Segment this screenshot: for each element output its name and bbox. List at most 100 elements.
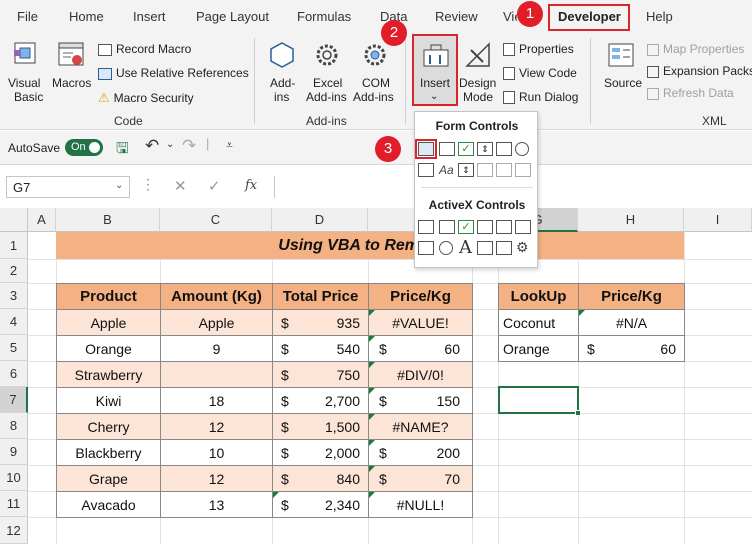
sheet-title[interactable]: Using VBA to Remove E — [56, 232, 684, 259]
tab-home[interactable]: Home — [69, 9, 104, 24]
cell-total-price[interactable]: $540 — [272, 335, 369, 362]
cell-amount[interactable]: Apple — [160, 309, 273, 336]
cancel-icon[interactable]: ✕ — [174, 177, 187, 195]
cell-lookup-price[interactable]: $60 — [578, 335, 685, 362]
cell-amount[interactable] — [160, 361, 273, 388]
cell-amount[interactable]: 12 — [160, 413, 273, 440]
undo-dropdown-icon[interactable]: ⌄ — [166, 139, 174, 150]
name-box[interactable]: G7 ⌄ — [6, 176, 130, 198]
cell-amount[interactable]: 9 — [160, 335, 273, 362]
cell-total-price[interactable]: $2,000 — [272, 439, 369, 466]
cell-amount[interactable]: 10 — [160, 439, 273, 466]
cell-total-price[interactable]: $2,340 — [272, 491, 369, 518]
cell-price-per-kg[interactable]: $70 — [368, 465, 473, 492]
column-header-c[interactable]: C — [160, 208, 272, 232]
cell-price-per-kg[interactable]: $60 — [368, 335, 473, 362]
cell-amount[interactable]: 12 — [160, 465, 273, 492]
customize-qat-icon[interactable]: ⩡ — [226, 138, 233, 153]
tab-formulas[interactable]: Formulas — [297, 9, 351, 24]
tab-insert[interactable]: Insert — [133, 9, 166, 24]
cell-price-per-kg[interactable]: #NAME? — [368, 413, 473, 440]
cell-lookup-item[interactable]: Orange — [498, 335, 579, 362]
name-box-chevron-icon[interactable]: ⌄ — [115, 180, 123, 191]
row-header-2[interactable]: 2 — [0, 259, 28, 283]
expansion-packs-button[interactable]: Expansion Packs — [647, 64, 752, 78]
column-header-h[interactable]: H — [578, 208, 684, 232]
macro-security-button[interactable]: ⚠ Macro Security — [98, 90, 194, 106]
cell-total-price[interactable]: $2,700 — [272, 387, 369, 414]
record-macro-button[interactable]: Record Macro — [98, 42, 191, 56]
view-code-button[interactable]: View Code — [503, 66, 577, 81]
tab-file[interactable]: File — [17, 9, 38, 24]
activex-option-button-icon[interactable] — [439, 241, 453, 255]
row-header-3[interactable]: 3 — [0, 283, 28, 309]
selected-cell-g7[interactable] — [498, 386, 581, 416]
combo-dropdown-icon[interactable] — [515, 163, 531, 177]
activex-image-icon[interactable] — [477, 241, 493, 255]
text-field-icon[interactable] — [477, 163, 493, 177]
select-all-corner[interactable] — [0, 208, 28, 232]
row-header-5[interactable]: 5 — [0, 335, 28, 361]
column-header-d[interactable]: D — [272, 208, 368, 232]
cell-price-per-kg[interactable]: #NULL! — [368, 491, 473, 518]
tab-review[interactable]: Review — [435, 9, 478, 24]
refresh-data-button[interactable]: Refresh Data — [647, 86, 734, 100]
combo-box-icon[interactable] — [439, 142, 455, 156]
row-header-1[interactable]: 1 — [0, 232, 28, 259]
tab-view[interactable]: View — [503, 9, 517, 24]
activex-combo-box-icon[interactable] — [439, 220, 455, 234]
row-header-12[interactable]: 12 — [0, 517, 28, 544]
cell-product[interactable]: Kiwi — [56, 387, 161, 414]
cell-lookup-price[interactable]: #N/A — [578, 309, 685, 336]
tab-help[interactable]: Help — [646, 9, 673, 24]
cell-product[interactable]: Orange — [56, 335, 161, 362]
run-dialog-button[interactable]: Run Dialog — [503, 90, 578, 105]
column-header-a[interactable]: A — [28, 208, 56, 232]
activex-text-box-icon[interactable] — [496, 220, 512, 234]
cell-product[interactable]: Cherry — [56, 413, 161, 440]
row-header-4[interactable]: 4 — [0, 309, 28, 335]
insert-function-icon[interactable]: fx — [245, 178, 257, 193]
label-control-icon[interactable]: Aa — [439, 163, 454, 177]
row-header-9[interactable]: 9 — [0, 439, 28, 465]
row-header-7[interactable]: 7 — [0, 387, 28, 413]
cell-total-price[interactable]: $935 — [272, 309, 369, 336]
cell-product[interactable]: Apple — [56, 309, 161, 336]
header-price-per-kg[interactable]: Price/Kg — [368, 283, 473, 310]
row-header-11[interactable]: 11 — [0, 491, 28, 517]
cell-product[interactable]: Blackberry — [56, 439, 161, 466]
cell-product[interactable]: Strawberry — [56, 361, 161, 388]
check-box-icon[interactable]: ✓ — [458, 142, 474, 156]
cell-product[interactable]: Avacado — [56, 491, 161, 518]
insert-controls-button[interactable]: Insert ⌄ — [412, 34, 458, 106]
use-relative-references-button[interactable]: Use Relative References — [98, 66, 249, 80]
header-total-price[interactable]: Total Price — [272, 283, 369, 310]
list-box-icon[interactable] — [496, 142, 512, 156]
tab-page-layout[interactable]: Page Layout — [196, 9, 269, 24]
map-properties-button[interactable]: Map Properties — [647, 42, 744, 56]
cell-price-per-kg[interactable]: $200 — [368, 439, 473, 466]
activex-command-button-icon[interactable] — [418, 220, 434, 234]
activex-scroll-bar-icon[interactable] — [515, 220, 531, 234]
autosave-toggle[interactable]: On — [65, 139, 103, 156]
header-lookup[interactable]: LookUp — [498, 283, 579, 310]
cell-price-per-kg[interactable]: #DIV/0! — [368, 361, 473, 388]
more-controls-icon[interactable]: ⚙ — [516, 239, 529, 256]
button-form-control-icon[interactable] — [418, 142, 434, 156]
cell-lookup-item[interactable]: Coconut — [498, 309, 579, 336]
cell-product[interactable]: Grape — [56, 465, 161, 492]
fill-handle[interactable] — [575, 410, 581, 416]
undo-icon[interactable]: ↶ — [145, 136, 159, 156]
header-product[interactable]: Product — [56, 283, 161, 310]
enter-check-icon[interactable]: ✓ — [208, 177, 221, 195]
group-box-icon[interactable] — [418, 163, 434, 177]
activex-toggle-button-icon[interactable] — [418, 241, 434, 255]
header-lookup-price[interactable]: Price/Kg — [578, 283, 685, 310]
activex-label-icon[interactable]: A — [459, 237, 472, 258]
row-header-6[interactable]: 6 — [0, 361, 28, 387]
cell-total-price[interactable]: $1,500 — [272, 413, 369, 440]
column-header-b[interactable]: B — [56, 208, 160, 232]
option-button-icon[interactable] — [515, 142, 529, 156]
row-header-8[interactable]: 8 — [0, 413, 28, 439]
spin-button-icon[interactable]: ⇕ — [477, 142, 493, 156]
